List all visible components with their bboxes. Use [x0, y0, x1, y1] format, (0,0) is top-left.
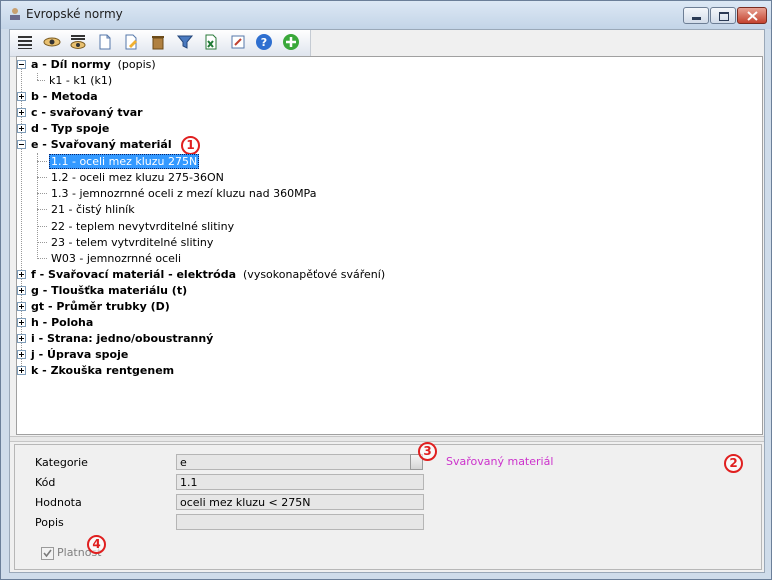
tree-expander-a[interactable]: [17, 60, 26, 69]
popis-field[interactable]: [176, 514, 424, 530]
tree-node-e-child[interactable]: 22 - teplem nevytvrditelné slitiny: [51, 219, 234, 234]
help-icon[interactable]: ?: [255, 33, 273, 51]
kategorie-description: Svařovaný materiál: [446, 455, 554, 468]
tree-expander-b[interactable]: [17, 92, 26, 101]
tree-expander-i[interactable]: [17, 334, 26, 343]
tree-node-a[interactable]: a - Díl normy (popis): [31, 57, 156, 72]
tree-node-e-child[interactable]: 23 - telem vytvrditelné slitiny: [51, 235, 213, 250]
tree-expander-j[interactable]: [17, 350, 26, 359]
kategorie-label: Kategorie: [35, 456, 88, 469]
tree-branch-line-a: [37, 73, 38, 80]
tree-h: [37, 226, 47, 227]
tree-h: [37, 242, 47, 243]
eye-list-icon[interactable]: [69, 33, 87, 51]
tree-branch-line-e: [37, 153, 38, 259]
hodnota-label: Hodnota: [35, 496, 82, 509]
excel-icon[interactable]: [202, 33, 220, 51]
add-icon[interactable]: [282, 33, 300, 51]
tree-node-label: Díl normy: [50, 58, 111, 71]
window-title: Evropské normy: [26, 7, 123, 21]
filter-icon[interactable]: [176, 33, 194, 51]
checkmark-icon: [43, 549, 52, 558]
close-button[interactable]: [737, 7, 767, 24]
detail-form: Kategorie e 3 Svařovaný materiál 2 Kód 1…: [14, 442, 762, 570]
popis-label: Popis: [35, 516, 64, 529]
tree-expander-f[interactable]: [17, 270, 26, 279]
eye-icon[interactable]: [43, 33, 61, 51]
tree-node-f[interactable]: f - Svařovací materiál - elektróda (vyso…: [31, 267, 385, 282]
selected-tree-item[interactable]: 1.1 - oceli mez kluzu 275N: [49, 154, 200, 169]
tree-h: [37, 161, 47, 162]
tree-h: [37, 193, 47, 194]
delete-icon[interactable]: [149, 33, 167, 51]
annotation-marker-2: 2: [724, 454, 743, 473]
tree-node-b[interactable]: b - Metoda: [31, 89, 98, 104]
tree-node-g[interactable]: g - Tloušťka materiálu (t): [31, 283, 187, 298]
tree-node-e-child[interactable]: 1.1 - oceli mez kluzu 275N: [49, 154, 200, 169]
tree-node-e-child[interactable]: 1.3 - jemnozrnné oceli z mezí kluzu nad …: [51, 186, 316, 201]
tree-expander-gt[interactable]: [17, 302, 26, 311]
tree-h: [37, 177, 47, 178]
maximize-button[interactable]: [710, 7, 736, 24]
annotation-marker-1: 1: [181, 136, 200, 155]
client-area: ? a - Díl normy (popis) k1 - k1 (k1) b -…: [9, 29, 765, 573]
tree-node-j[interactable]: j - Úprava spoje: [31, 347, 128, 362]
title-bar[interactable]: Evropské normy: [1, 1, 771, 29]
tree-node-a-child[interactable]: k1 - k1 (k1): [49, 73, 112, 88]
tree-h: [37, 258, 47, 259]
kategorie-field[interactable]: e: [176, 454, 412, 470]
tree-expander-h[interactable]: [17, 318, 26, 327]
tree-expander-g[interactable]: [17, 286, 26, 295]
tree-expander-d[interactable]: [17, 124, 26, 133]
edit-icon[interactable]: [229, 33, 247, 51]
tree-node-h[interactable]: h - Poloha: [31, 315, 93, 330]
platnost-checkbox[interactable]: [41, 547, 54, 560]
tree-branch-line-a-h: [37, 80, 45, 81]
new-document-icon[interactable]: [96, 33, 114, 51]
norms-tree[interactable]: a - Díl normy (popis) k1 - k1 (k1) b - M…: [16, 56, 763, 435]
tree-node-d[interactable]: d - Typ spoje: [31, 121, 109, 136]
list-icon[interactable]: [16, 33, 34, 51]
tree-node-e-child[interactable]: W03 - jemnozrnné oceli: [51, 251, 181, 266]
tree-node-k[interactable]: k - Zkouška rentgenem: [31, 363, 174, 378]
edit-document-icon[interactable]: [122, 33, 140, 51]
app-icon: [10, 8, 20, 20]
splitter[interactable]: [10, 436, 764, 442]
annotation-marker-4: 4: [87, 535, 106, 554]
tree-expander-e[interactable]: [17, 140, 26, 149]
close-icon: [747, 11, 758, 21]
tree-node-e-child[interactable]: 21 - čistý hliník: [51, 202, 135, 217]
annotation-marker-3: 3: [418, 442, 437, 461]
tree-expander-k[interactable]: [17, 366, 26, 375]
minimize-button[interactable]: [683, 7, 709, 24]
tree-node-e-child[interactable]: 1.2 - oceli mez kluzu 275-36ON: [51, 170, 224, 185]
kod-label: Kód: [35, 476, 56, 489]
tree-node-note: (popis): [117, 58, 156, 71]
toolbar: ?: [10, 30, 311, 57]
hodnota-field[interactable]: oceli mez kluzu < 275N: [176, 494, 424, 510]
tree-node-gt[interactable]: gt - Průměr trubky (D): [31, 299, 170, 314]
tree-node-c[interactable]: c - svařovaný tvar: [31, 105, 143, 120]
kod-field[interactable]: 1.1: [176, 474, 424, 490]
tree-h: [37, 209, 47, 210]
tree-expander-c[interactable]: [17, 108, 26, 117]
tree-node-e[interactable]: e - Svařovaný materiál: [31, 137, 172, 152]
main-window: Evropské normy ? a - Díl normy (popis) k…: [0, 0, 772, 580]
svg-text:?: ?: [261, 36, 267, 49]
tree-node-i[interactable]: i - Strana: jedno/oboustranný: [31, 331, 213, 346]
